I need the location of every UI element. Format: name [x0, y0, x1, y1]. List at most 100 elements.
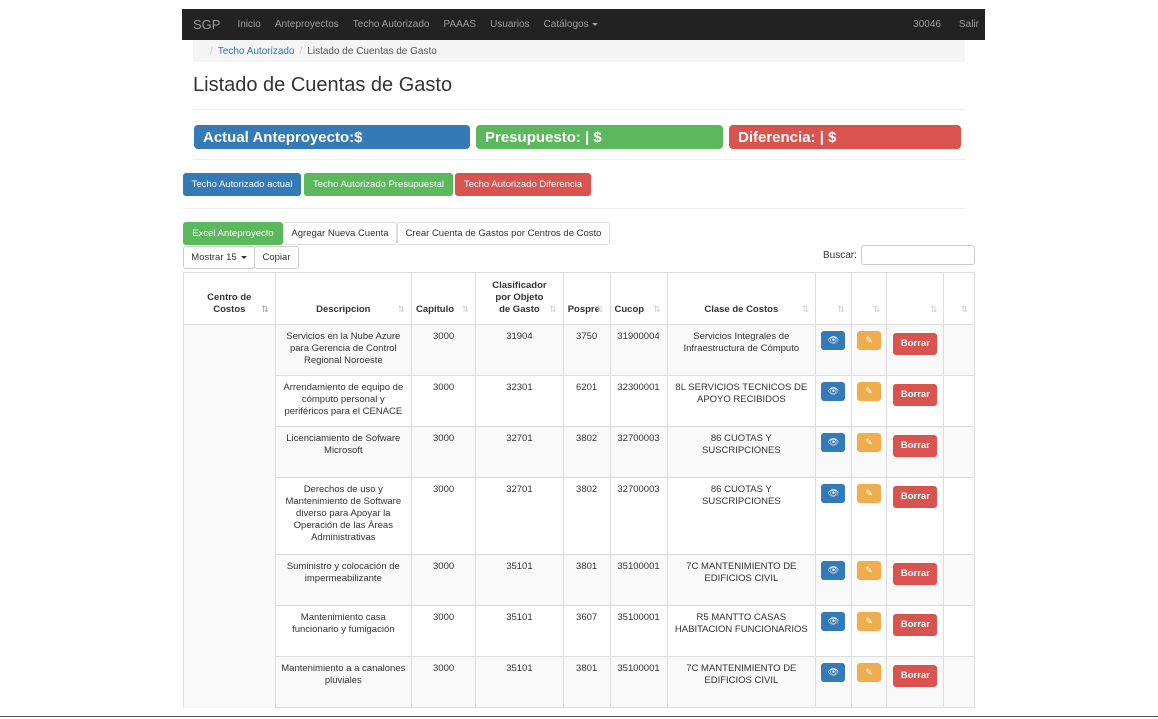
nav-inicio[interactable]: Inicio	[230, 19, 267, 30]
col-extra[interactable]: ⇅	[943, 272, 975, 325]
col-clase-costos[interactable]: Clase de Costos ⇅	[666, 272, 817, 325]
pencil-icon[interactable]: ✎	[857, 561, 882, 580]
table-row: Suministro y colocación de impermeabiliz…	[183, 554, 975, 606]
pencil-icon[interactable]: ✎	[857, 484, 882, 503]
nav-paaas[interactable]: PAAAS	[436, 19, 483, 30]
cell-pospre: 3801	[562, 554, 611, 606]
col-cucop[interactable]: Cucop ⇅	[609, 272, 668, 325]
cell-descripcion: Mantenimiento casa funcionario y fumigac…	[274, 605, 413, 657]
sort-icon: ⇅	[652, 304, 661, 314]
cell-extra	[943, 605, 975, 657]
col-clasificador[interactable]: Clasificador por Objeto de Gasto ⇅	[475, 272, 564, 325]
cell-centro-costos	[183, 324, 276, 376]
pencil-icon[interactable]: ✎	[857, 612, 882, 631]
eye-icon[interactable]: 👁	[821, 331, 846, 350]
cell-pospre: 3802	[562, 477, 611, 555]
delete-button[interactable]: Borrar	[893, 665, 938, 687]
cell-cucop: 35100001	[609, 605, 668, 657]
cell-pospre: 6201	[562, 375, 611, 427]
sort-icon: ⇅	[929, 304, 938, 314]
eye-icon[interactable]: 👁	[821, 612, 846, 631]
nav-usuarios[interactable]: Usuarios	[483, 19, 536, 30]
delete-button[interactable]: Borrar	[893, 486, 938, 508]
cell-clasificador: 32701	[475, 426, 564, 478]
col-delete[interactable]: ⇅	[886, 272, 945, 325]
cell-centro-costos	[183, 656, 276, 708]
nav-logout[interactable]: Salir	[952, 19, 985, 30]
col-view[interactable]: ⇅	[815, 272, 852, 325]
sort-icon: ⇅	[461, 304, 470, 314]
nav-anteproyectos[interactable]: Anteproyectos	[268, 19, 346, 30]
create-account-by-cost-center-button[interactable]: Crear Cuenta de Gastos por Centros de Co…	[397, 222, 610, 245]
cell-capitulo: 3000	[411, 324, 477, 376]
table-row: Arrendamiento de equipo de cómputo perso…	[183, 375, 975, 427]
cell-clase-costos: 7C MANTENIMIENTO DE EDIFICIOS CIVIL	[666, 656, 817, 708]
eye-icon[interactable]: 👁	[821, 561, 846, 580]
show-entries-dropdown[interactable]: Mostrar 15	[183, 246, 255, 269]
cell-clasificador: 32701	[475, 477, 564, 555]
cell-cucop: 32700003	[609, 477, 668, 555]
delete-button[interactable]: Borrar	[893, 435, 938, 457]
pencil-icon[interactable]: ✎	[857, 331, 882, 350]
table-row: Servicios en la Nube Azure para Gerencia…	[183, 324, 975, 376]
cell-descripcion: Arrendamiento de equipo de cómputo perso…	[274, 375, 413, 427]
cell-clasificador: 32301	[475, 375, 564, 427]
nav-catalogos-dropdown[interactable]: Catálogos	[537, 19, 605, 30]
cell-clase-costos: 8L SERVICIOS TECNICOS DE APOYO RECIBIDOS	[666, 375, 817, 427]
col-pospre[interactable]: Pospre ⇅	[562, 272, 611, 325]
sort-icon: ⇅	[960, 304, 968, 314]
cell-view: 👁	[815, 554, 852, 606]
excel-anteproyecto-button[interactable]: Excel Anteproyecto	[183, 222, 283, 245]
eye-icon[interactable]: 👁	[821, 663, 846, 682]
cell-capitulo: 3000	[411, 605, 477, 657]
col-centro-costos[interactable]: Centro de Costos ⇅	[183, 272, 276, 325]
nav-techo-autorizado[interactable]: Techo Autorizado	[346, 19, 437, 30]
breadcrumb-link-techo[interactable]: Techo Autorizado	[218, 46, 295, 57]
add-account-button[interactable]: Agregar Nueva Cuenta	[283, 222, 397, 245]
sort-icon: ⇅	[595, 304, 604, 314]
search-label: Buscar:	[823, 250, 857, 261]
cell-edit: ✎	[850, 375, 888, 427]
nav-user-id[interactable]: 30046	[906, 19, 952, 30]
divider	[193, 159, 965, 160]
table-row: Mantenimiento casa funcionario y fumigac…	[183, 605, 975, 657]
cell-view: 👁	[815, 426, 852, 478]
cell-extra	[943, 375, 975, 427]
delete-button[interactable]: Borrar	[893, 333, 938, 355]
cell-centro-costos	[183, 554, 276, 606]
cell-delete: Borrar	[886, 477, 945, 555]
col-edit[interactable]: ⇅	[850, 272, 888, 325]
pencil-icon[interactable]: ✎	[857, 663, 882, 682]
tab-techo-diferencia[interactable]: Techo Autorizado Diferencia	[455, 173, 591, 196]
delete-button[interactable]: Borrar	[893, 563, 938, 585]
cell-view: 👁	[815, 375, 852, 427]
breadcrumb-separator: /	[299, 45, 303, 57]
cell-delete: Borrar	[886, 605, 945, 657]
eye-icon[interactable]: 👁	[821, 433, 846, 452]
copy-button[interactable]: Copiar	[254, 246, 299, 269]
delete-button[interactable]: Borrar	[893, 614, 938, 636]
brand-logo[interactable]: SGP	[182, 17, 230, 32]
cell-clasificador: 31904	[475, 324, 564, 376]
delete-button[interactable]: Borrar	[893, 384, 938, 406]
cell-capitulo: 3000	[411, 656, 477, 708]
col-descripcion[interactable]: Descripcion ⇅	[274, 272, 413, 325]
tab-techo-actual[interactable]: Techo Autorizado actual	[183, 173, 301, 196]
cell-capitulo: 3000	[411, 375, 477, 427]
cell-capitulo: 3000	[411, 426, 477, 478]
cell-clase-costos: Servicios Integrales de Infraestructura …	[666, 324, 817, 376]
cell-delete: Borrar	[886, 554, 945, 606]
tab-techo-presupuestal[interactable]: Techo Autorizado Presupuestal	[304, 173, 453, 196]
eye-icon[interactable]: 👁	[821, 484, 846, 503]
summary-diferencia: Diferencia: | $	[729, 125, 961, 149]
divider	[183, 208, 965, 209]
search-input[interactable]	[861, 245, 975, 265]
pencil-icon[interactable]: ✎	[857, 382, 882, 401]
col-capitulo[interactable]: Capitulo ⇅	[411, 272, 477, 325]
cell-extra	[943, 656, 975, 708]
pencil-icon[interactable]: ✎	[857, 433, 882, 452]
table-row: Derechos de uso y Mantenimiento de Softw…	[183, 477, 975, 555]
eye-icon[interactable]: 👁	[821, 382, 846, 401]
divider	[193, 109, 965, 110]
cell-view: 👁	[815, 477, 852, 555]
